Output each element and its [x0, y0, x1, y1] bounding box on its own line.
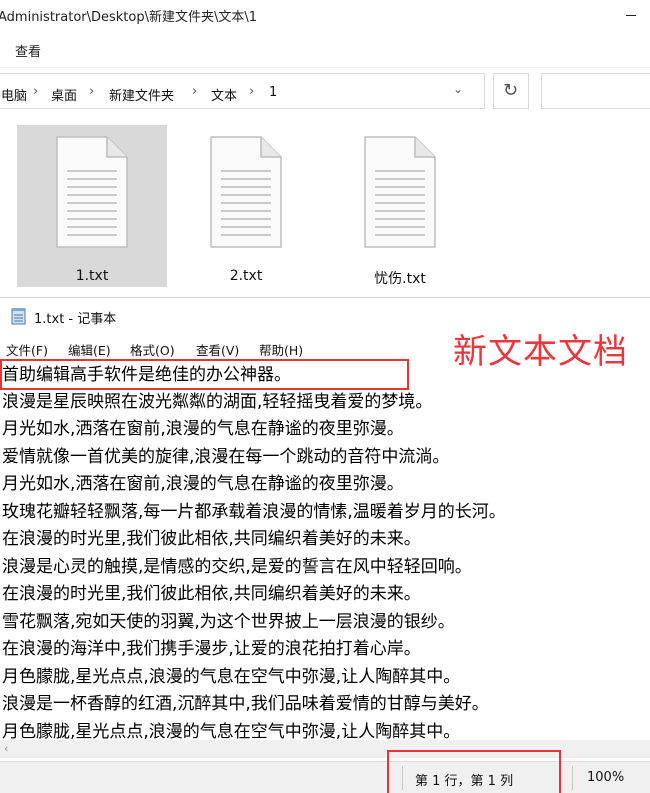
breadcrumb-item-1[interactable]: 1 — [269, 85, 277, 100]
text-line: 浪漫是一杯香醇的红酒,沉醉其中,我们品味着爱情的甘醇与美好。 — [2, 694, 489, 714]
file-item-sad-txt[interactable]: 忧伤.txt — [325, 125, 475, 287]
explorer-ribbon: 查看 — [0, 32, 650, 68]
notepad-window-title: 1.txt - 记事本 — [34, 312, 117, 327]
text-line: 首助编辑高手软件是绝佳的办公神器。 — [2, 365, 291, 385]
chevron-right-icon[interactable]: › — [89, 84, 94, 99]
notepad-statusbar: 第 1 行，第 1 列 100% — [0, 750, 650, 793]
text-line: 爱情就像一首优美的旋律,浪漫在每一个跳动的音符中流淌。 — [2, 447, 450, 467]
text-line: 浪漫是心灵的触摸,是情感的交织,是爱的誓言在风中轻轻回响。 — [2, 557, 472, 577]
file-name: 1.txt — [75, 268, 109, 284]
breadcrumb[interactable]: 电脑 › 桌面 › 新建文件夹 › 文本 › 1 ⌄ — [0, 73, 485, 109]
file-item-2-txt[interactable]: 2.txt — [171, 125, 321, 287]
menu-file[interactable]: 文件(F) — [6, 340, 48, 359]
refresh-icon: ↻ — [503, 80, 519, 101]
text-line: 在浪漫的海洋中,我们携手漫步,让爱的浪花拍打着心岸。 — [2, 639, 421, 659]
notepad-text-area[interactable]: 首助编辑高手软件是绝佳的办公神器。 浪漫是星辰映照在波光粼粼的湖面,轻轻摇曳着爱… — [0, 359, 650, 745]
file-name: 2.txt — [229, 268, 263, 284]
file-list: 1.txt 2.txt 忧伤.txt — [0, 112, 650, 297]
menu-help[interactable]: 帮助(H) — [259, 340, 303, 359]
explorer-titlebar: Administrator\Desktop\新建文件夹\文本\1 — [0, 0, 650, 32]
notepad-icon — [11, 308, 26, 325]
chevron-down-icon[interactable]: ⌄ — [453, 82, 463, 96]
ribbon-tab-view[interactable]: 查看 — [15, 41, 41, 60]
file-item-1-txt[interactable]: 1.txt — [17, 125, 167, 287]
status-divider — [572, 766, 573, 790]
menu-format[interactable]: 格式(O) — [130, 340, 175, 359]
text-line: 月光如水,洒落在窗前,浪漫的气息在静谧的夜里弥漫。 — [2, 419, 404, 439]
status-zoom: 100% — [587, 770, 625, 785]
breadcrumb-item-desktop[interactable]: 桌面 — [51, 85, 77, 104]
file-name: 忧伤.txt — [374, 271, 426, 287]
menu-view[interactable]: 查看(V) — [196, 340, 239, 359]
text-file-icon — [210, 136, 282, 248]
minimize-button[interactable] — [626, 15, 636, 16]
text-line: 在浪漫的时光里,我们彼此相依,共同编织着美好的未来。 — [2, 529, 421, 549]
refresh-button[interactable]: ↻ — [493, 73, 529, 109]
text-line: 浪漫是星辰映照在波光粼粼的湖面,轻轻摇曳着爱的梦境。 — [2, 392, 433, 412]
text-line: 玫瑰花瓣轻轻飘落,每一片都承载着浪漫的情愫,温暖着岁月的长河。 — [2, 502, 506, 522]
text-line: 雪花飘落,宛如天使的羽翼,为这个世界披上一层浪漫的银纱。 — [2, 612, 455, 632]
breadcrumb-item-new-folder[interactable]: 新建文件夹 — [109, 85, 174, 104]
notepad-window: 1.txt - 记事本 新文本文档 文件(F) 编辑(E) 格式(O) 查看(V… — [0, 297, 650, 793]
text-line: 在浪漫的时光里,我们彼此相依,共同编织着美好的未来。 — [2, 584, 421, 604]
annotation-highlight-status — [387, 750, 561, 793]
text-file-icon — [364, 136, 436, 248]
text-line: 月光如水,洒落在窗前,浪漫的气息在静谧的夜里弥漫。 — [2, 474, 404, 494]
text-file-icon — [56, 136, 128, 248]
breadcrumb-item-text[interactable]: 文本 — [211, 85, 237, 104]
search-input[interactable] — [541, 73, 650, 109]
notepad-menubar: 文件(F) 编辑(E) 格式(O) 查看(V) 帮助(H) — [0, 336, 650, 358]
text-line: 月色朦胧,星光点点,浪漫的气息在空气中弥漫,让人陶醉其中。 — [2, 667, 461, 687]
chevron-right-icon[interactable]: › — [192, 84, 197, 99]
chevron-right-icon[interactable]: › — [33, 84, 38, 99]
explorer-window-title: Administrator\Desktop\新建文件夹\文本\1 — [0, 10, 258, 25]
menu-edit[interactable]: 编辑(E) — [68, 340, 111, 359]
breadcrumb-item-pc[interactable]: 电脑 — [1, 85, 27, 104]
scroll-left-icon[interactable]: ‹ — [4, 742, 8, 755]
chevron-right-icon[interactable]: › — [249, 84, 254, 99]
